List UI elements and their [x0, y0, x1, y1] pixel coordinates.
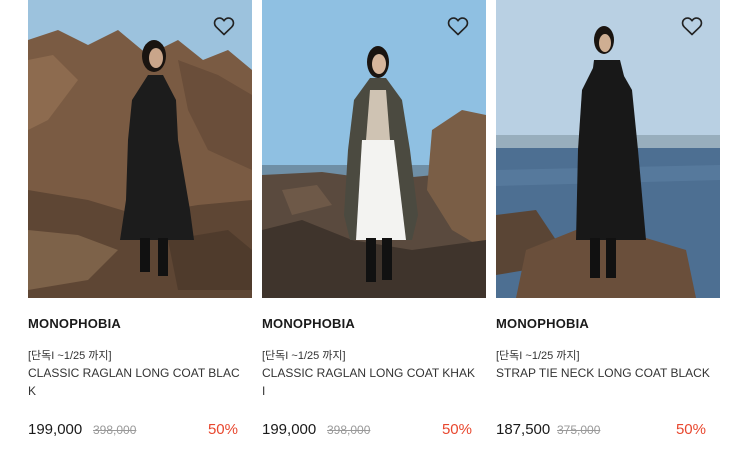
price-row: 187,500 375,000 50%	[496, 421, 706, 441]
original-price: 398,000	[327, 423, 371, 437]
brand-name[interactable]: MONOPHOBIA	[496, 316, 589, 331]
product-card[interactable]: MONOPHOBIA [단독I ~1/25 까지] STRAP TIE NECK…	[496, 0, 720, 451]
product-card[interactable]: MONOPHOBIA [단독I ~1/25 까지] CLASSIC RAGLAN…	[262, 0, 486, 451]
product-image[interactable]	[496, 0, 720, 298]
discount-rate: 50%	[675, 421, 706, 438]
brand-name[interactable]: MONOPHOBIA	[28, 316, 121, 331]
product-name[interactable]: STRAP TIE NECK LONG COAT BLACK	[496, 364, 712, 382]
product-image[interactable]	[262, 0, 486, 298]
price-row: 199,000 398,000 50%	[28, 421, 238, 441]
promo-label: [단독I ~1/25 까지]	[262, 350, 346, 362]
wishlist-heart-icon[interactable]	[680, 14, 704, 38]
wishlist-heart-icon[interactable]	[446, 14, 470, 38]
product-image[interactable]	[28, 0, 252, 298]
original-price: 398,000	[93, 423, 137, 437]
wishlist-heart-icon[interactable]	[212, 14, 236, 38]
original-price: 375,000	[557, 423, 601, 437]
sale-price: 199,000	[262, 421, 317, 438]
promo-label: [단독I ~1/25 까지]	[28, 350, 112, 362]
product-card[interactable]: MONOPHOBIA [단독I ~1/25 까지] CLASSIC RAGLAN…	[28, 0, 252, 451]
price-row: 199,000 398,000 50%	[262, 421, 472, 441]
sale-price: 187,500	[496, 421, 551, 438]
product-name[interactable]: CLASSIC RAGLAN LONG COAT BLACK	[28, 364, 244, 400]
discount-rate: 50%	[207, 421, 238, 438]
product-name[interactable]: CLASSIC RAGLAN LONG COAT KHAKI	[262, 364, 478, 400]
discount-rate: 50%	[441, 421, 472, 438]
sale-price: 199,000	[28, 421, 83, 438]
product-grid: MONOPHOBIA [단독I ~1/25 까지] CLASSIC RAGLAN…	[0, 0, 731, 451]
brand-name[interactable]: MONOPHOBIA	[262, 316, 355, 331]
promo-label: [단독I ~1/25 까지]	[496, 350, 580, 362]
